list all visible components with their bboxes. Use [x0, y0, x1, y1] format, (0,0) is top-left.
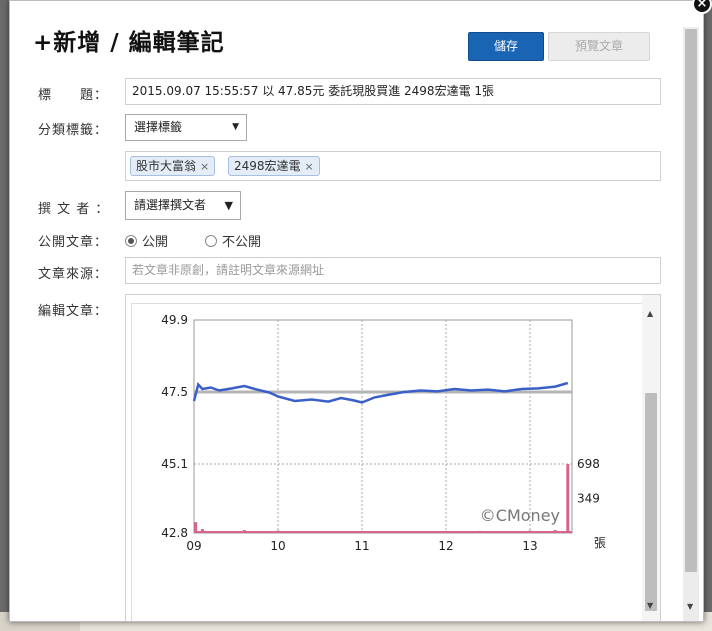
preview-button[interactable]: 預覽文章	[548, 32, 650, 61]
remove-tag-icon[interactable]: ×	[200, 160, 209, 173]
editor-scrollbar-thumb[interactable]	[645, 393, 657, 611]
save-button[interactable]: 儲存	[468, 32, 544, 61]
tag-item[interactable]: 股市大富翁 ×	[130, 156, 216, 176]
tag-item[interactable]: 2498宏達電 ×	[228, 156, 320, 176]
editor-scrollbar[interactable]: ▲ ▼	[642, 295, 660, 621]
category-select[interactable]: 選擇標籤 ▼	[125, 114, 247, 141]
radio-public[interactable]: 公開	[125, 231, 168, 250]
note-editor-dialog: +新增 / 編輯筆記 儲存 預覽文章 標 題： 2015.09.07 15:55…	[9, 0, 704, 622]
category-label: 分類標籤：	[38, 123, 109, 138]
scroll-down-icon[interactable]: ▼	[647, 601, 653, 610]
article-editor[interactable]: 49.9 47.5 45.1 42.8 09 10 11 12 13 698 349 張 ©CMoney…	[125, 294, 661, 621]
volume-tick-label: 349	[577, 492, 600, 506]
watermark-text: ©CMoney	[480, 506, 560, 525]
source-label: 文章來源：	[38, 267, 109, 282]
remove-tag-icon[interactable]: ×	[305, 160, 314, 173]
chevron-down-icon: ▼	[232, 122, 239, 132]
editor-label: 編輯文章：	[38, 304, 109, 319]
plot-area	[193, 319, 573, 534]
title-label: 標 題：	[38, 88, 109, 103]
volume-unit-label: 張	[594, 536, 606, 550]
tag-list[interactable]: 股市大富翁 × 2498宏達電 ×	[125, 151, 661, 181]
radio-private[interactable]: 不公開	[205, 231, 261, 250]
category-select-value: 選擇標籤	[134, 120, 183, 134]
radio-private-dot[interactable]	[205, 235, 217, 247]
scroll-up-icon[interactable]: ▲	[647, 309, 653, 318]
close-icon[interactable]: ×	[692, 0, 712, 14]
tag-label: 股市大富翁	[136, 159, 197, 173]
radio-public-dot[interactable]	[125, 235, 137, 247]
chevron-down-icon: ▼	[224, 199, 233, 212]
author-select[interactable]: 請選擇撰文者 ▼	[125, 191, 241, 220]
public-label: 公開文章：	[38, 235, 109, 250]
x-tick-label: 11	[354, 539, 369, 553]
y-tick-label: 42.8	[161, 526, 188, 540]
volume-bar	[566, 464, 570, 533]
dialog-title: +新增 / 編輯筆記	[33, 30, 225, 56]
source-input[interactable]: 若文章非原創，請註明文章來源網址	[125, 257, 661, 284]
scroll-down-icon[interactable]: ▼	[687, 602, 693, 611]
x-tick-label: 12	[438, 539, 453, 553]
y-tick-label: 45.1	[161, 457, 188, 471]
dialog-content: +新增 / 編輯筆記 儲存 預覽文章 標 題： 2015.09.07 15:55…	[10, 1, 703, 621]
author-select-value: 請選擇撰文者	[134, 198, 207, 212]
dialog-scrollbar-thumb[interactable]	[685, 29, 697, 572]
radio-public-label: 公開	[142, 235, 169, 250]
x-tick-label: 13	[522, 539, 537, 553]
volume-tick-label: 698	[577, 457, 600, 471]
dialog-scrollbar[interactable]: ▼	[683, 27, 699, 621]
stock-chart-image: 49.9 47.5 45.1 42.809 10 11 12 13 698 349 張 ©CMoney	[161, 313, 606, 553]
x-tick-label: 10	[270, 539, 285, 553]
author-label: 撰 文 者 ：	[38, 202, 110, 217]
tag-label: 2498宏達電	[234, 159, 301, 173]
x-tick-label: 09	[186, 539, 201, 553]
editor-content[interactable]: 49.9 47.5 45.1 42.8 09 10 11 12 13 698 349 張 ©CMoney	[131, 303, 643, 621]
y-tick-label: 47.5	[161, 385, 188, 399]
y-tick-label: 49.9	[161, 313, 188, 327]
radio-private-label: 不公開	[222, 235, 262, 250]
title-input[interactable]: 2015.09.07 15:55:57 以 47.85元 委託現股買進 2498…	[125, 78, 661, 105]
